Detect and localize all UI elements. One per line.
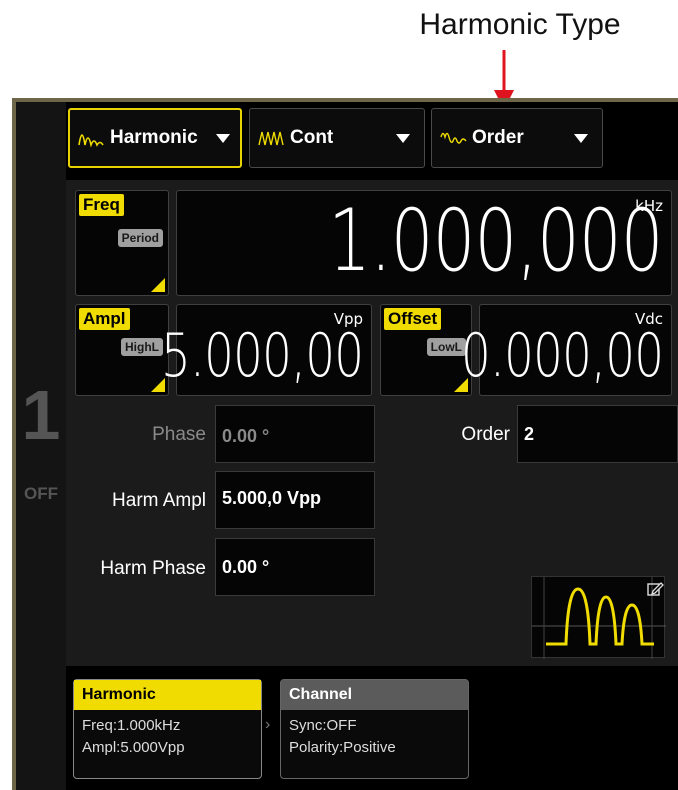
harmonic-type-dropdown[interactable]: Order: [431, 108, 603, 168]
harm-ampl-field[interactable]: 5.000,0 Vpp: [215, 471, 375, 529]
offset-display[interactable]: Vdc 0.000,00: [461, 304, 672, 396]
edit-icon[interactable]: [646, 580, 664, 598]
phase-field[interactable]: 0.00 °: [215, 405, 375, 463]
continuous-wave-icon: [258, 131, 284, 146]
channel-tab-polarity: Polarity:Positive: [289, 739, 396, 756]
freq-button[interactable]: Freq Period: [75, 190, 169, 296]
waveform-dropdown-label: Harmonic: [110, 127, 198, 148]
harmonic-tab-ampl: Ampl:5.000Vpp: [82, 739, 185, 756]
harmonic-wave-icon: [78, 134, 104, 147]
toggle-corner-icon: [151, 278, 165, 292]
freq-tag: Freq: [79, 194, 124, 216]
harmonic-tab-title: Harmonic: [74, 680, 261, 710]
ampl-value: 5.000,00: [160, 321, 364, 391]
channel-tab-sync: Sync:OFF: [289, 717, 357, 734]
order-field[interactable]: 2: [517, 405, 678, 463]
harm-ampl-label: Harm Ampl: [112, 490, 206, 511]
mode-dropdown-label: Cont: [290, 127, 334, 148]
ampl-display[interactable]: Vpp 5.000,00: [161, 304, 372, 396]
highl-tag: HighL: [121, 338, 163, 356]
channel-number: 1: [21, 376, 61, 454]
harm-phase-label: Harm Phase: [100, 558, 206, 579]
harmonic-type-annotation: Harmonic Type: [419, 8, 621, 41]
ampl-button[interactable]: Ampl HighL: [75, 304, 169, 396]
freq-value: 1.000,000: [328, 191, 664, 291]
waveform-dropdown[interactable]: Harmonic: [68, 108, 242, 168]
channel-tab[interactable]: Channel Sync:OFF Polarity:Positive: [280, 679, 469, 779]
harm-phase-field[interactable]: 0.00 °: [215, 538, 375, 596]
harmonic-tab-freq: Freq:1.000kHz: [82, 717, 181, 734]
chevron-down-icon: [396, 133, 410, 143]
chevron-down-icon: [216, 133, 230, 143]
channel-output-state: OFF: [24, 484, 58, 503]
chevron-right-icon: ›: [265, 716, 271, 733]
freq-display[interactable]: kHz 1.000,000: [176, 190, 672, 296]
period-tag: Period: [117, 229, 163, 247]
chevron-down-icon: [574, 133, 588, 143]
harmonic-tab[interactable]: Harmonic Freq:1.000kHz Ampl:5.000Vpp: [73, 679, 262, 779]
order-label: Order: [461, 424, 510, 445]
waveform-preview[interactable]: [531, 576, 666, 659]
order-wave-icon: [440, 132, 467, 144]
phase-label: Phase: [152, 424, 206, 445]
channel-tab-title: Channel: [281, 680, 468, 710]
offset-value: 0.000,00: [460, 321, 664, 391]
harmonic-type-dropdown-label: Order: [472, 127, 524, 148]
offset-button[interactable]: Offset LowL: [380, 304, 472, 396]
ampl-tag: Ampl: [79, 308, 130, 330]
mode-dropdown[interactable]: Cont: [249, 108, 425, 168]
offset-tag: Offset: [384, 308, 442, 330]
